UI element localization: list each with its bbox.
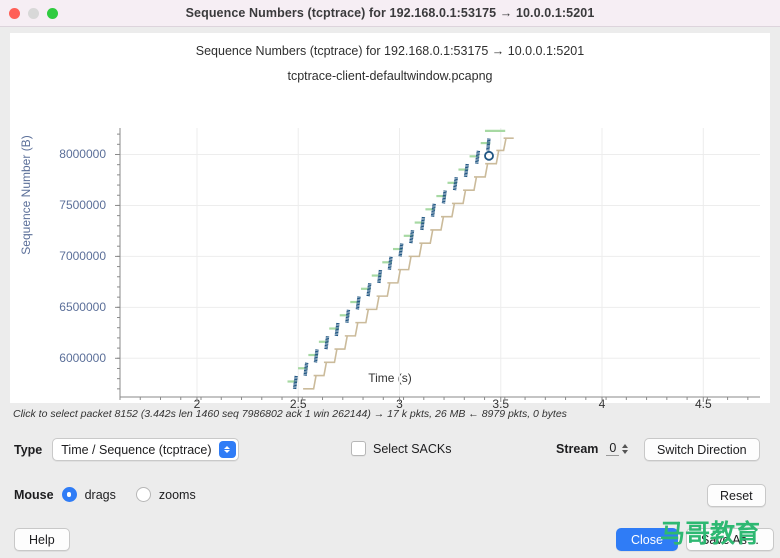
ack-line (303, 137, 514, 390)
select-sacks-group[interactable]: Select SACKs (351, 441, 452, 456)
mouse-control-group: Mouse drags zooms (14, 487, 196, 502)
window-traffic-lights (9, 8, 58, 19)
maximize-window-button[interactable] (47, 8, 58, 19)
stepper-arrows-icon[interactable] (622, 443, 629, 454)
help-button[interactable]: Help (14, 528, 70, 551)
chevron-updown-icon[interactable] (218, 441, 236, 458)
mouse-drags-label: drags (84, 487, 116, 502)
stream-value: 0 (606, 441, 620, 456)
type-select[interactable]: Time / Sequence (tcptrace) (52, 438, 239, 461)
mouse-zooms-radio[interactable] (135, 487, 151, 502)
reset-button[interactable]: Reset (707, 484, 766, 507)
type-label: Type (14, 442, 43, 457)
chart-panel[interactable]: Sequence Numbers (tcptrace) for 192.168.… (10, 33, 770, 411)
minimize-window-button[interactable] (28, 8, 39, 19)
window-title: Sequence Numbers (tcptrace) for 192.168.… (185, 6, 595, 20)
status-hint: Click to select packet 8152 (3.442s len … (13, 408, 567, 420)
mouse-zooms-label: zooms (158, 487, 196, 502)
type-control-group: Type Time / Sequence (tcptrace) (14, 438, 239, 461)
window-titlebar: Sequence Numbers (tcptrace) for 192.168.… (0, 0, 780, 27)
stream-label: Stream (556, 441, 599, 456)
sequence-plot[interactable] (10, 33, 770, 403)
tcp-stream-graph-window: Sequence Numbers (tcptrace) for 192.168.… (0, 0, 780, 558)
switch-direction-button[interactable]: Switch Direction (644, 438, 760, 461)
selected-packet-marker (484, 150, 494, 161)
close-window-button[interactable] (9, 8, 20, 19)
mouse-label: Mouse (14, 487, 54, 502)
select-sacks-label: Select SACKs (373, 441, 452, 456)
select-sacks-checkbox[interactable] (351, 441, 366, 456)
stream-stepper[interactable]: 0 (606, 441, 629, 456)
mouse-drags-radio[interactable] (61, 487, 77, 502)
watermark: 马哥教育 (660, 520, 761, 548)
type-select-value: Time / Sequence (tcptrace) (61, 442, 212, 457)
stream-control-group: Stream 0 (556, 441, 629, 456)
